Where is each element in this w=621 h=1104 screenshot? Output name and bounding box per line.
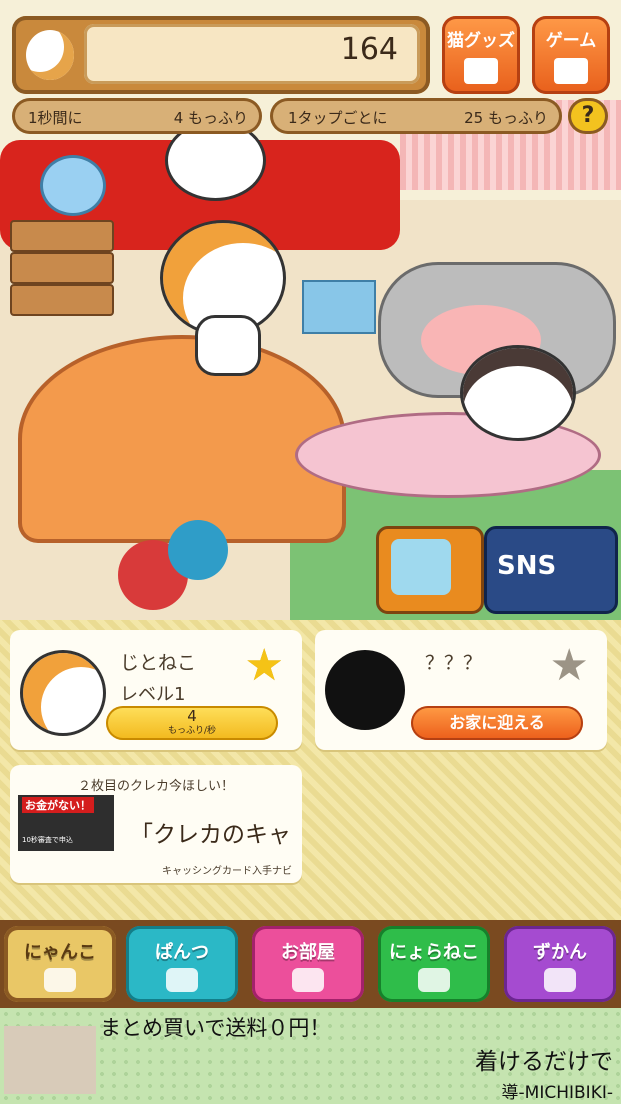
ad-card[interactable]: ２枚目のクレカ今ほしい！ お金がない！ 10秒審査で申込 「クレカのキャ キャッ… bbox=[10, 765, 302, 883]
cat-level: レベル1 bbox=[120, 684, 186, 705]
counter-display: 164 bbox=[84, 24, 420, 84]
tv-icon bbox=[391, 539, 451, 595]
cat-card-owned[interactable]: じとねこ レベル1 ★ 4 もっふり/秒 bbox=[10, 630, 302, 750]
main-cat-body[interactable] bbox=[195, 315, 261, 376]
sns-label: SNS bbox=[497, 551, 557, 581]
per-second-value: 4 もっふり bbox=[173, 109, 248, 127]
cat-name: ？？？ bbox=[425, 652, 483, 674]
ad-image-subtext: 10秒審査で申込 bbox=[22, 836, 73, 844]
sns-button[interactable]: SNS bbox=[484, 526, 618, 614]
per-second-label: 1秒間に bbox=[28, 109, 83, 127]
house-icon bbox=[464, 58, 498, 84]
ad-model-image bbox=[4, 1026, 96, 1094]
bottom-nav: にゃんこ ぱんつ お部屋 にょらねこ ずかん bbox=[0, 920, 621, 1008]
help-button[interactable]: ? bbox=[568, 98, 608, 134]
nav-label: お部屋 bbox=[281, 942, 335, 963]
nav-nyanko[interactable]: にゃんこ bbox=[4, 926, 116, 1002]
mofuri-counter: 164 bbox=[12, 16, 430, 94]
gray-star-icon: ★ bbox=[549, 640, 589, 691]
nav-nyoraneko[interactable]: にょらねこ bbox=[378, 926, 490, 1002]
per-tap-rate: 1タップごとに 25 もっふり bbox=[270, 98, 562, 134]
window-icon bbox=[292, 968, 324, 992]
jitoneko-thumbnail bbox=[20, 650, 106, 736]
bottom-ad-top-text: まとめ買いで送料０円！ bbox=[100, 1016, 331, 1040]
counter-value: 164 bbox=[340, 32, 398, 67]
paw-icon bbox=[418, 968, 450, 992]
cat-cushion bbox=[18, 335, 346, 543]
cat-card-locked[interactable]: ？？？ ★ お家に迎える bbox=[315, 630, 607, 750]
game-button[interactable]: ゲーム bbox=[532, 16, 610, 94]
per-tap-label: 1タップごとに bbox=[288, 109, 388, 127]
nav-label: ぱんつ bbox=[155, 942, 209, 963]
cat-icon bbox=[44, 968, 76, 992]
book bbox=[10, 284, 114, 316]
eating-cat[interactable] bbox=[460, 345, 576, 441]
bottom-ad-middle-text: 着けるだけで bbox=[475, 1049, 613, 1075]
bottom-ad-brand: 導-MICHIBIKI- bbox=[501, 1083, 613, 1103]
gamepad-icon bbox=[554, 58, 588, 84]
adopt-button[interactable]: お家に迎える bbox=[411, 706, 583, 740]
nav-pantsu[interactable]: ぱんつ bbox=[126, 926, 238, 1002]
unknown-cat-silhouette bbox=[325, 650, 405, 730]
per-tap-value: 25 もっふり bbox=[464, 109, 548, 127]
tv-button[interactable] bbox=[376, 526, 484, 614]
nav-label: ずかん bbox=[533, 942, 587, 963]
ad-main-text: 「クレカのキャ bbox=[130, 822, 291, 848]
cat-goods-label: 猫グッズ bbox=[447, 31, 515, 51]
book-icon bbox=[544, 968, 576, 992]
ad-bottom-text: キャッシングカード入手ナビ bbox=[162, 866, 292, 877]
per-second-rate: 1秒間に 4 もっふり bbox=[12, 98, 262, 134]
nav-label: にゃんこ bbox=[24, 942, 96, 963]
gold-star-icon: ★ bbox=[244, 640, 284, 691]
cat-goods-button[interactable]: 猫グッズ bbox=[442, 16, 520, 94]
book bbox=[10, 252, 114, 284]
ad-top-text: ２枚目のクレカ今ほしい！ bbox=[77, 779, 234, 794]
cat-name: じとねこ bbox=[120, 652, 197, 674]
tissue-box bbox=[302, 280, 376, 334]
ad-image-text: お金がない！ bbox=[22, 797, 94, 813]
cat-rate-unit: もっふり/秒 bbox=[167, 726, 217, 736]
nav-label: にょらねこ bbox=[389, 942, 479, 963]
nav-zukan[interactable]: ずかん bbox=[504, 926, 616, 1002]
book bbox=[10, 220, 114, 252]
nav-room[interactable]: お部屋 bbox=[252, 926, 364, 1002]
bottom-ad-banner[interactable]: まとめ買いで送料０円！ 着けるだけで 導-MICHIBIKI- bbox=[0, 1008, 621, 1104]
blue-cat-plush bbox=[40, 155, 106, 216]
cat-face-icon bbox=[26, 30, 74, 80]
book-stack bbox=[10, 210, 115, 330]
game-label: ゲーム bbox=[545, 31, 597, 51]
cat-rate-button[interactable]: 4 もっふり/秒 bbox=[106, 706, 278, 740]
blue-yarn-ball bbox=[168, 520, 228, 580]
underwear-icon bbox=[166, 968, 198, 992]
ad-image: お金がない！ 10秒審査で申込 bbox=[18, 795, 114, 851]
